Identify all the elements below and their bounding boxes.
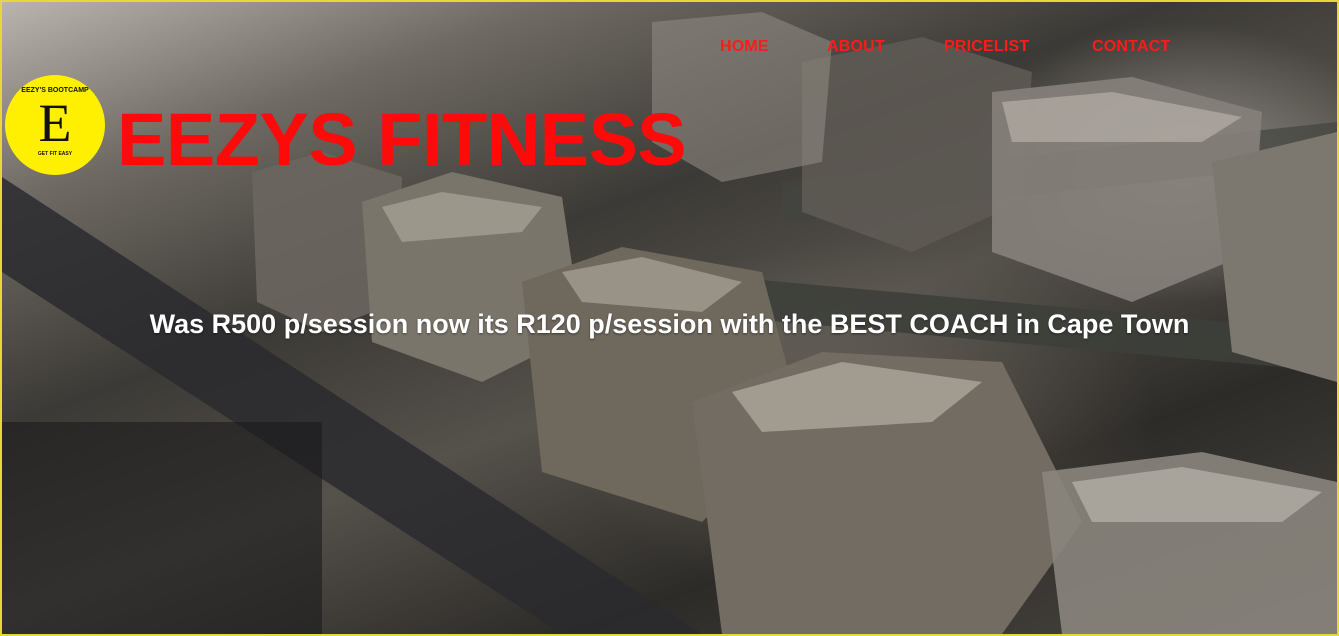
brand-title: EEZYS FITNESS [117, 98, 687, 181]
page: HOME ABOUT PRICELIST CONTACT EEZY'S BOOT… [0, 0, 1339, 636]
nav-contact-link[interactable]: CONTACT [1092, 38, 1192, 56]
logo[interactable]: EEZY'S BOOTCAMP E GET FIT EASY [5, 75, 105, 175]
logo-bottom-text: GET FIT EASY [37, 151, 73, 157]
nav-home-link[interactable]: HOME [720, 38, 827, 56]
logo-mark: E [38, 93, 72, 153]
main-nav: HOME ABOUT PRICELIST CONTACT [720, 38, 1192, 56]
nav-about-link[interactable]: ABOUT [827, 38, 944, 56]
promo-text: Was R500 p/session now its R120 p/sessio… [149, 309, 1190, 339]
nav-pricelist-link[interactable]: PRICELIST [944, 38, 1092, 56]
